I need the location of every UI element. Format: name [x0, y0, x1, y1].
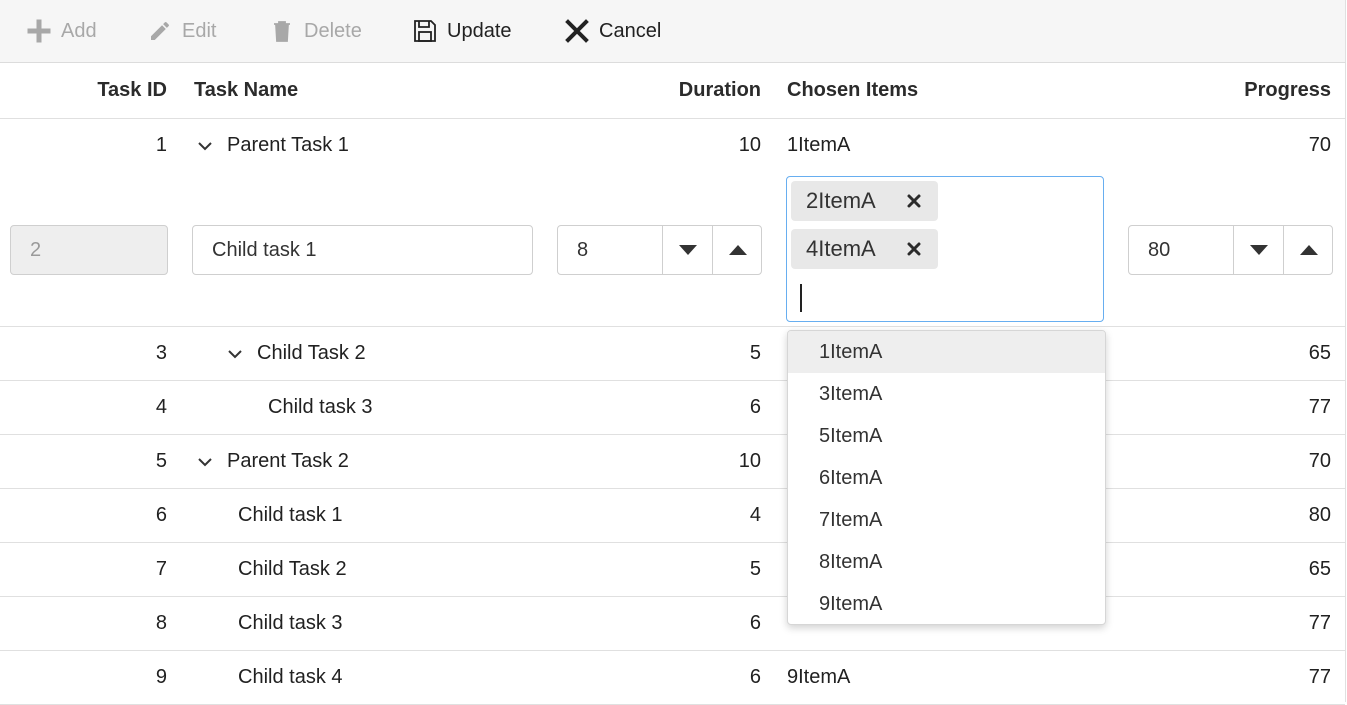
header-task-name[interactable]: Task Name [194, 63, 298, 118]
cell-progress: 77 [1308, 612, 1331, 634]
cell-duration: 5 [749, 558, 761, 580]
toolbar: Add Edit Delete Update Cancel [0, 0, 1346, 63]
delete-button-label: Delete [304, 19, 362, 42]
cell-task-id: 1 [155, 134, 167, 156]
add-button[interactable]: Add [27, 0, 97, 62]
grid-header: Task ID Task Name Duration Chosen Items … [0, 63, 1345, 119]
dropdown-option[interactable]: 8ItemA [788, 541, 1105, 583]
chip-label: 4ItemA [806, 236, 876, 261]
cell-progress: 70 [1308, 450, 1331, 472]
progress-decrement-button[interactable] [1233, 226, 1284, 274]
cell-progress: 65 [1308, 558, 1331, 580]
table-row[interactable]: 8 Child task 3 6 77 [0, 597, 1345, 651]
cell-chosen-items: 1ItemA [787, 134, 851, 156]
cell-duration: 4 [749, 504, 761, 526]
cell-task-id: 6 [155, 504, 167, 526]
table-row[interactable]: 9 Child task 4 6 9ItemA 77 [0, 651, 1345, 705]
cancel-button[interactable]: Cancel [565, 0, 661, 62]
cell-task-id: 5 [155, 450, 167, 472]
cell-task-name: Parent Task 1 [227, 134, 349, 156]
cell-task-name: Child task 4 [238, 666, 343, 688]
cell-progress: 77 [1308, 666, 1331, 688]
cell-task-name: Child task 3 [238, 612, 343, 634]
pencil-icon [151, 21, 169, 40]
duration-decrement-button[interactable] [662, 226, 713, 274]
table-row[interactable]: 7 Child Task 2 5 65 [0, 543, 1345, 597]
chip-2itema[interactable]: 2ItemA [791, 181, 938, 221]
caret-up-icon [729, 245, 747, 255]
dropdown-option[interactable]: 1ItemA [788, 331, 1105, 373]
trash-icon [274, 21, 290, 42]
edit-button-label: Edit [182, 19, 217, 42]
cancel-button-label: Cancel [599, 19, 662, 42]
update-button[interactable]: Update [413, 0, 512, 62]
header-progress[interactable]: Progress [1130, 63, 1331, 118]
cell-progress: 77 [1308, 396, 1331, 418]
chip-remove-icon[interactable] [906, 193, 922, 209]
chip-label: 2ItemA [806, 188, 876, 213]
close-icon [565, 19, 589, 43]
save-icon [414, 20, 436, 42]
dropdown-option[interactable]: 3ItemA [788, 373, 1105, 415]
cell-progress: 70 [1308, 134, 1331, 156]
chevron-down-icon[interactable] [225, 327, 245, 380]
chip-4itema[interactable]: 4ItemA [791, 229, 938, 269]
cell-duration: 5 [749, 342, 761, 364]
progress-stepper[interactable]: 80 [1128, 225, 1333, 275]
cell-task-id: 3 [155, 342, 167, 364]
task-name-field[interactable] [192, 225, 533, 275]
cell-task-name: Child Task 2 [257, 342, 366, 364]
dropdown-option[interactable]: 7ItemA [788, 499, 1105, 541]
duration-increment-button[interactable] [712, 226, 761, 274]
cell-task-id: 8 [155, 612, 167, 634]
cell-task-id: 7 [155, 558, 167, 580]
progress-value[interactable]: 80 [1129, 226, 1170, 274]
update-button-label: Update [447, 19, 512, 42]
table-row[interactable]: 5 Parent Task 2 10 70 [0, 435, 1345, 489]
cell-progress: 65 [1308, 342, 1331, 364]
header-chosen-items[interactable]: Chosen Items [787, 63, 918, 118]
cell-duration: 10 [738, 450, 761, 472]
cell-task-id: 4 [155, 396, 167, 418]
tree-grid: Task ID Task Name Duration Chosen Items … [0, 63, 1346, 705]
caret-up-icon [1300, 245, 1318, 255]
plus-icon [27, 19, 51, 43]
cell-task-id: 9 [155, 666, 167, 688]
cell-duration: 6 [749, 612, 761, 634]
add-button-label: Add [61, 19, 97, 42]
caret-down-icon [679, 245, 697, 255]
header-duration[interactable]: Duration [560, 63, 761, 118]
delete-button[interactable]: Delete [270, 0, 362, 62]
table-row[interactable]: 6 Child task 1 4 80 [0, 489, 1345, 543]
cell-task-name: Parent Task 2 [227, 450, 349, 472]
chip-remove-icon[interactable] [906, 241, 922, 257]
table-row[interactable]: 3 Child Task 2 5 65 [0, 327, 1345, 381]
task-id-field [10, 225, 168, 275]
chevron-down-icon[interactable] [195, 119, 215, 172]
duration-stepper[interactable]: 8 [557, 225, 762, 275]
chevron-down-icon[interactable] [195, 435, 215, 488]
dropdown-option[interactable]: 6ItemA [788, 457, 1105, 499]
text-caret [800, 284, 802, 312]
table-row[interactable]: 1 Parent Task 1 10 1ItemA 70 [0, 119, 1345, 173]
cell-duration: 6 [749, 396, 761, 418]
cell-task-name: Child task 3 [268, 396, 373, 418]
dropdown-option[interactable]: 9ItemA [788, 583, 1105, 624]
cell-chosen-items: 9ItemA [787, 666, 851, 688]
dropdown-option[interactable]: 5ItemA [788, 415, 1105, 457]
cell-duration: 10 [738, 134, 761, 156]
header-task-id[interactable]: Task ID [0, 63, 167, 118]
cell-duration: 6 [749, 666, 761, 688]
chosen-items-multiselect[interactable]: 2ItemA 4ItemA [786, 176, 1104, 322]
cell-progress: 80 [1308, 504, 1331, 526]
cell-task-name: Child task 1 [238, 504, 343, 526]
edit-row: 8 80 [0, 172, 1345, 327]
chosen-items-dropdown: 1ItemA 3ItemA 5ItemA 6ItemA 7ItemA 8Item… [787, 330, 1106, 625]
cell-task-name: Child Task 2 [238, 558, 347, 580]
edit-button[interactable]: Edit [148, 0, 216, 62]
duration-value[interactable]: 8 [558, 226, 588, 274]
caret-down-icon [1250, 245, 1268, 255]
table-row[interactable]: 4 Child task 3 6 77 [0, 381, 1345, 435]
progress-increment-button[interactable] [1283, 226, 1332, 274]
